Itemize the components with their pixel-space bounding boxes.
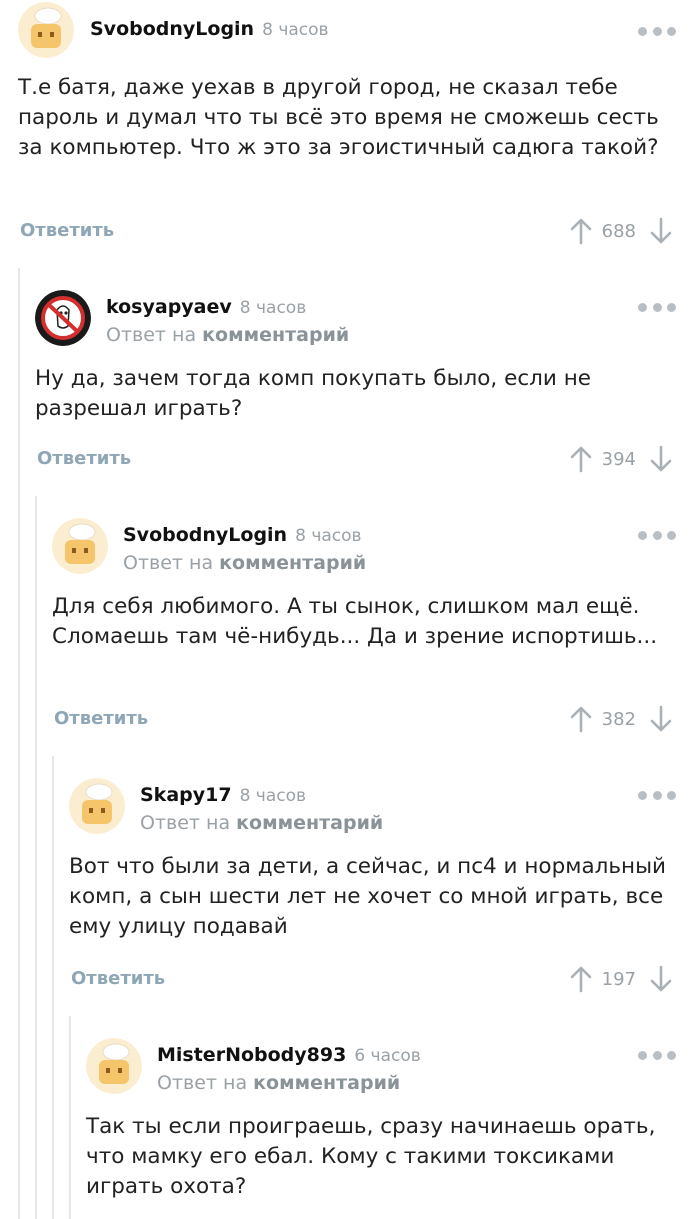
reply-to-link[interactable]: комментарий [202, 324, 349, 346]
reply-button[interactable]: Ответить [71, 968, 165, 989]
comment: SvobodnyLogin 8 часов Т.е батя, даже уеха… [0, 0, 700, 262]
vote-block: 394 [570, 445, 672, 473]
comment-author[interactable]: SvobodnyLogin 8 часов [123, 524, 362, 546]
comment-time: 8 часов [262, 20, 329, 40]
comment-author[interactable]: SvobodnyLogin 8 часов [90, 18, 329, 40]
reply-to-link[interactable]: комментарий [236, 812, 383, 834]
comment-author[interactable]: MisterNobody893 6 часов [157, 1044, 421, 1066]
comment-text: Вот что были за дети, а сейчас, и пс4 и … [69, 854, 667, 939]
more-options-icon[interactable] [638, 790, 676, 800]
downvote-icon[interactable] [650, 445, 672, 473]
reply-button[interactable]: Ответить [37, 448, 131, 469]
vote-block: 197 [570, 965, 672, 993]
rating-value: 197 [601, 968, 636, 990]
upvote-icon[interactable] [570, 965, 592, 993]
comment-time: 6 часов [354, 1046, 421, 1066]
more-options-icon[interactable] [638, 26, 676, 36]
reply-to-label: Ответ на комментарий [106, 324, 350, 346]
comment-time: 8 часов [239, 298, 307, 318]
upvote-icon[interactable] [570, 217, 592, 245]
reply-to-label: Ответ на комментарий [157, 1072, 401, 1094]
comment-text: Ну да, зачем тогда комп покупать было, е… [35, 366, 591, 421]
comment-author[interactable]: Skapy17 8 часов [140, 784, 306, 806]
more-options-icon[interactable] [638, 302, 676, 312]
vote-block: 688 [570, 217, 672, 245]
vote-block: 382 [570, 705, 672, 733]
comment-author[interactable]: kosyapyaev 8 часов [106, 296, 306, 318]
chef-toast-avatar[interactable] [52, 518, 108, 574]
ghostbusters-avatar[interactable] [35, 290, 91, 346]
more-options-icon[interactable] [638, 530, 676, 540]
comment-text: Так ты если проиграешь, сразу начинаешь … [86, 1114, 656, 1199]
upvote-icon[interactable] [570, 445, 592, 473]
comment: kosyapyaev 8 часов Ответ на комментарий Н… [0, 288, 700, 488]
downvote-icon[interactable] [650, 965, 672, 993]
downvote-icon[interactable] [650, 217, 672, 245]
reply-to-label: Ответ на комментарий [123, 552, 367, 574]
reply-to-link[interactable]: комментарий [219, 552, 366, 574]
more-options-icon[interactable] [638, 1050, 676, 1060]
downvote-icon[interactable] [650, 705, 672, 733]
comment-text: Для себя любимого. А ты сынок, слишком м… [52, 594, 658, 649]
comment: Skapy17 8 часов Ответ на комментарий Вот … [0, 776, 700, 1008]
reply-to-label: Ответ на комментарий [140, 812, 384, 834]
comment-time: 8 часов [295, 526, 362, 546]
comment-time: 8 часов [239, 786, 307, 806]
reply-button[interactable]: Ответить [20, 220, 114, 241]
reply-to-link[interactable]: комментарий [253, 1072, 400, 1094]
chef-toast-avatar[interactable] [86, 1038, 142, 1094]
chef-toast-avatar[interactable] [69, 778, 125, 834]
reply-button[interactable]: Ответить [54, 708, 148, 729]
rating-value: 394 [601, 448, 636, 470]
rating-value: 382 [601, 708, 636, 730]
comment: SvobodnyLogin 8 часов Ответ на комментари… [0, 516, 700, 748]
comment: MisterNobody893 6 часов Ответ на коммента… [0, 1036, 700, 1219]
upvote-icon[interactable] [570, 705, 592, 733]
comment-text: Т.е батя, даже уехав в другой город, не … [18, 75, 659, 160]
chef-toast-avatar[interactable] [18, 2, 74, 58]
rating-value: 688 [601, 220, 636, 242]
comments-thread: SvobodnyLogin 8 часов Т.е батя, даже уеха… [0, 0, 700, 1219]
